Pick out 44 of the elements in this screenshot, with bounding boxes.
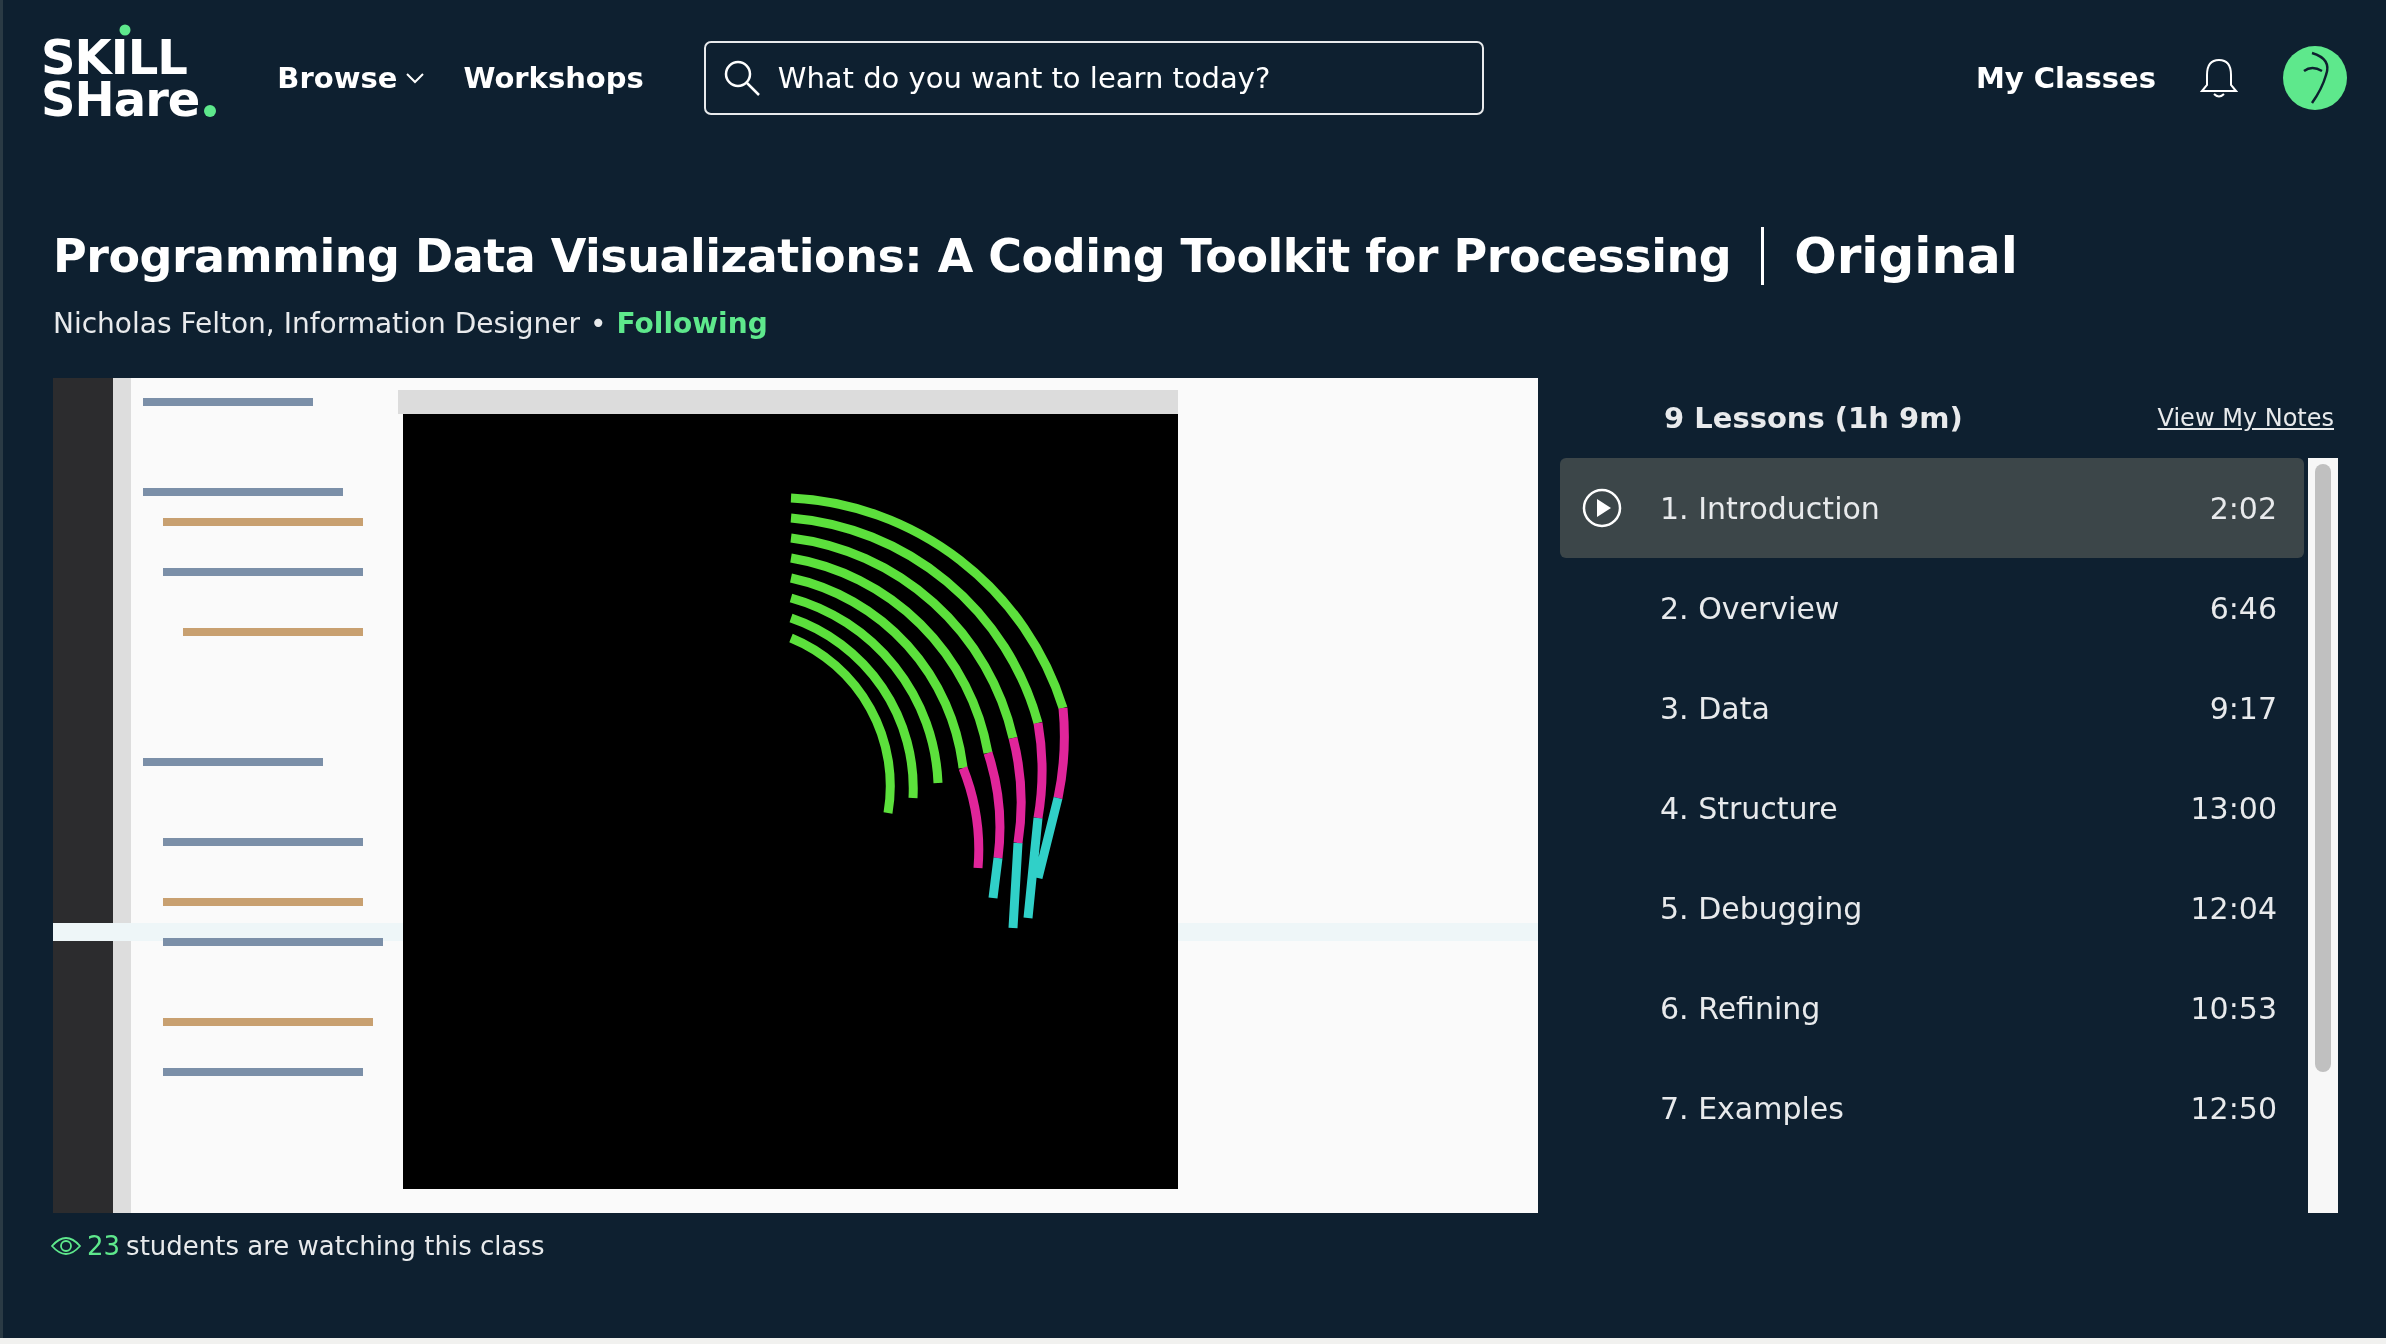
lesson-duration: 12:50 [2190, 1090, 2277, 1126]
lesson-duration: 6:46 [2209, 590, 2277, 626]
lesson-item[interactable]: 4. Structure 13:00 [1560, 758, 2304, 858]
lesson-duration: 9:17 [2209, 690, 2277, 726]
original-label: Original [1794, 227, 2018, 285]
class-title: Programming Data Visualizations: A Coding Toolkit for Processing [53, 229, 1732, 283]
lessons-heading: 9 Lessons (1h 9m) [1664, 401, 1963, 435]
chevron-down-icon [405, 71, 426, 84]
view-notes-link[interactable]: View My Notes [2157, 404, 2334, 432]
lesson-title: 3. Data [1660, 690, 1771, 726]
logo-dot-icon [119, 23, 131, 36]
lesson-title: 2. Overview [1660, 590, 1841, 626]
lesson-item[interactable]: 2. Overview 6:46 [1560, 558, 2304, 658]
nav-link[interactable]: Browse [277, 60, 426, 95]
nav-link[interactable]: Workshops [463, 60, 644, 95]
lesson-title: 4. Structure [1660, 790, 1839, 826]
lesson-item[interactable]: 5. Debugging 12:04 [1560, 858, 2304, 958]
scrollbar[interactable] [2308, 458, 2338, 1213]
avatar[interactable] [2282, 44, 2348, 111]
lesson-item[interactable]: 1. Introduction 2:02 [1560, 458, 2304, 558]
author-name: Nicholas Felton, Information Designer [53, 307, 581, 340]
lesson-item[interactable]: 7. Examples 12:50 [1560, 1058, 2304, 1158]
logo-text: SHare [41, 77, 200, 120]
lesson-duration: 2:02 [2209, 490, 2277, 526]
my-classes-link[interactable]: My Classes [1975, 60, 2156, 95]
separator-dot: • [590, 307, 607, 340]
lesson-duration: 10:53 [2190, 990, 2277, 1026]
eye-icon [51, 1235, 81, 1257]
play-icon [1582, 488, 1622, 528]
logo-text: SKILL [41, 35, 187, 78]
watcher-count: 23 [87, 1231, 121, 1261]
lesson-item[interactable]: 6. Refining 10:53 [1560, 958, 2304, 1058]
lesson-title: 6. Refining [1660, 990, 1822, 1026]
lesson-duration: 12:04 [2190, 890, 2277, 926]
watching-text: students are watching this class [126, 1231, 545, 1261]
lesson-title: 5. Debugging [1660, 890, 1864, 926]
lesson-title: 7. Examples [1660, 1090, 1845, 1126]
lesson-item[interactable]: 3. Data 9:17 [1560, 658, 2304, 758]
logo-dot-icon [203, 103, 218, 118]
lesson-title: 1. Introduction [1660, 490, 1881, 526]
search-field[interactable]: What do you want to learn today? [703, 40, 1484, 115]
bell-icon[interactable] [2200, 56, 2238, 99]
following-link[interactable]: Following [616, 307, 768, 340]
lesson-duration: 13:00 [2190, 790, 2277, 826]
